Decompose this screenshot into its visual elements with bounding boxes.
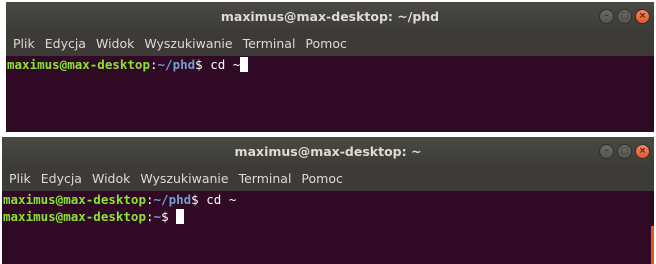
menu-edycja[interactable]: Edycja [40,32,91,56]
menu-widok[interactable]: Widok [87,167,135,191]
menu-pomoc[interactable]: Pomoc [300,32,351,56]
prompt-path: ~/phd [157,57,196,72]
prompt-path: ~/phd [153,192,192,207]
prompt-user: maximus@max-desktop [3,192,146,207]
terminal-output[interactable]: maximus@max-desktop:~/phd$ cd ~ maximus@… [2,191,654,225]
menu-widok[interactable]: Widok [91,32,139,56]
prompt-user: maximus@max-desktop [3,209,146,224]
window-controls: – □ × [599,144,650,159]
terminal-line: maximus@max-desktop:~/phd$ cd ~ [3,191,654,208]
menu-terminal[interactable]: Terminal [238,32,301,56]
menu-terminal[interactable]: Terminal [234,167,297,191]
text-cursor [240,57,249,72]
scrollbar-edge[interactable] [651,226,654,264]
menu-plik[interactable]: Plik [4,167,36,191]
close-icon[interactable]: × [635,9,650,24]
minimize-icon[interactable]: – [599,9,614,24]
prompt-symbol: $ [161,209,177,224]
prompt-user: maximus@max-desktop [7,57,150,72]
prompt-separator: : [146,192,154,207]
window-title: maximus@max-desktop: ~/phd [220,9,440,24]
menu-bar: Plik Edycja Widok Wyszukiwanie Terminal … [2,167,654,191]
window-title: maximus@max-desktop: ~ [234,144,422,159]
terminal-window-2[interactable]: maximus@max-desktop: ~ – □ × Plik Edycja… [2,137,654,264]
prompt-separator: : [146,209,154,224]
close-icon[interactable]: × [635,144,650,159]
title-bar[interactable]: maximus@max-desktop: ~/phd – □ × [6,2,654,32]
minimize-icon[interactable]: – [599,144,614,159]
maximize-icon[interactable]: □ [617,144,632,159]
terminal-line: maximus@max-desktop:~/phd$ cd ~ [7,56,654,73]
menu-pomoc[interactable]: Pomoc [296,167,347,191]
text-cursor [176,209,185,224]
command-text: cd ~ [206,192,237,207]
menu-wyszukiwanie[interactable]: Wyszukiwanie [135,167,233,191]
terminal-output[interactable]: maximus@max-desktop:~/phd$ cd ~ [6,56,654,73]
prompt-path: ~ [153,209,162,224]
command-text: cd ~ [210,57,241,72]
menu-plik[interactable]: Plik [8,32,40,56]
title-bar[interactable]: maximus@max-desktop: ~ – □ × [2,137,654,167]
terminal-window-1[interactable]: maximus@max-desktop: ~/phd – □ × Plik Ed… [6,2,654,132]
prompt-symbol: $ [195,57,211,72]
prompt-separator: : [150,57,158,72]
menu-bar: Plik Edycja Widok Wyszukiwanie Terminal … [6,32,654,56]
menu-edycja[interactable]: Edycja [36,167,87,191]
terminal-line: maximus@max-desktop:~$ [3,208,654,225]
window-controls: – □ × [599,9,650,24]
maximize-icon[interactable]: □ [617,9,632,24]
prompt-symbol: $ [191,192,207,207]
menu-wyszukiwanie[interactable]: Wyszukiwanie [139,32,237,56]
